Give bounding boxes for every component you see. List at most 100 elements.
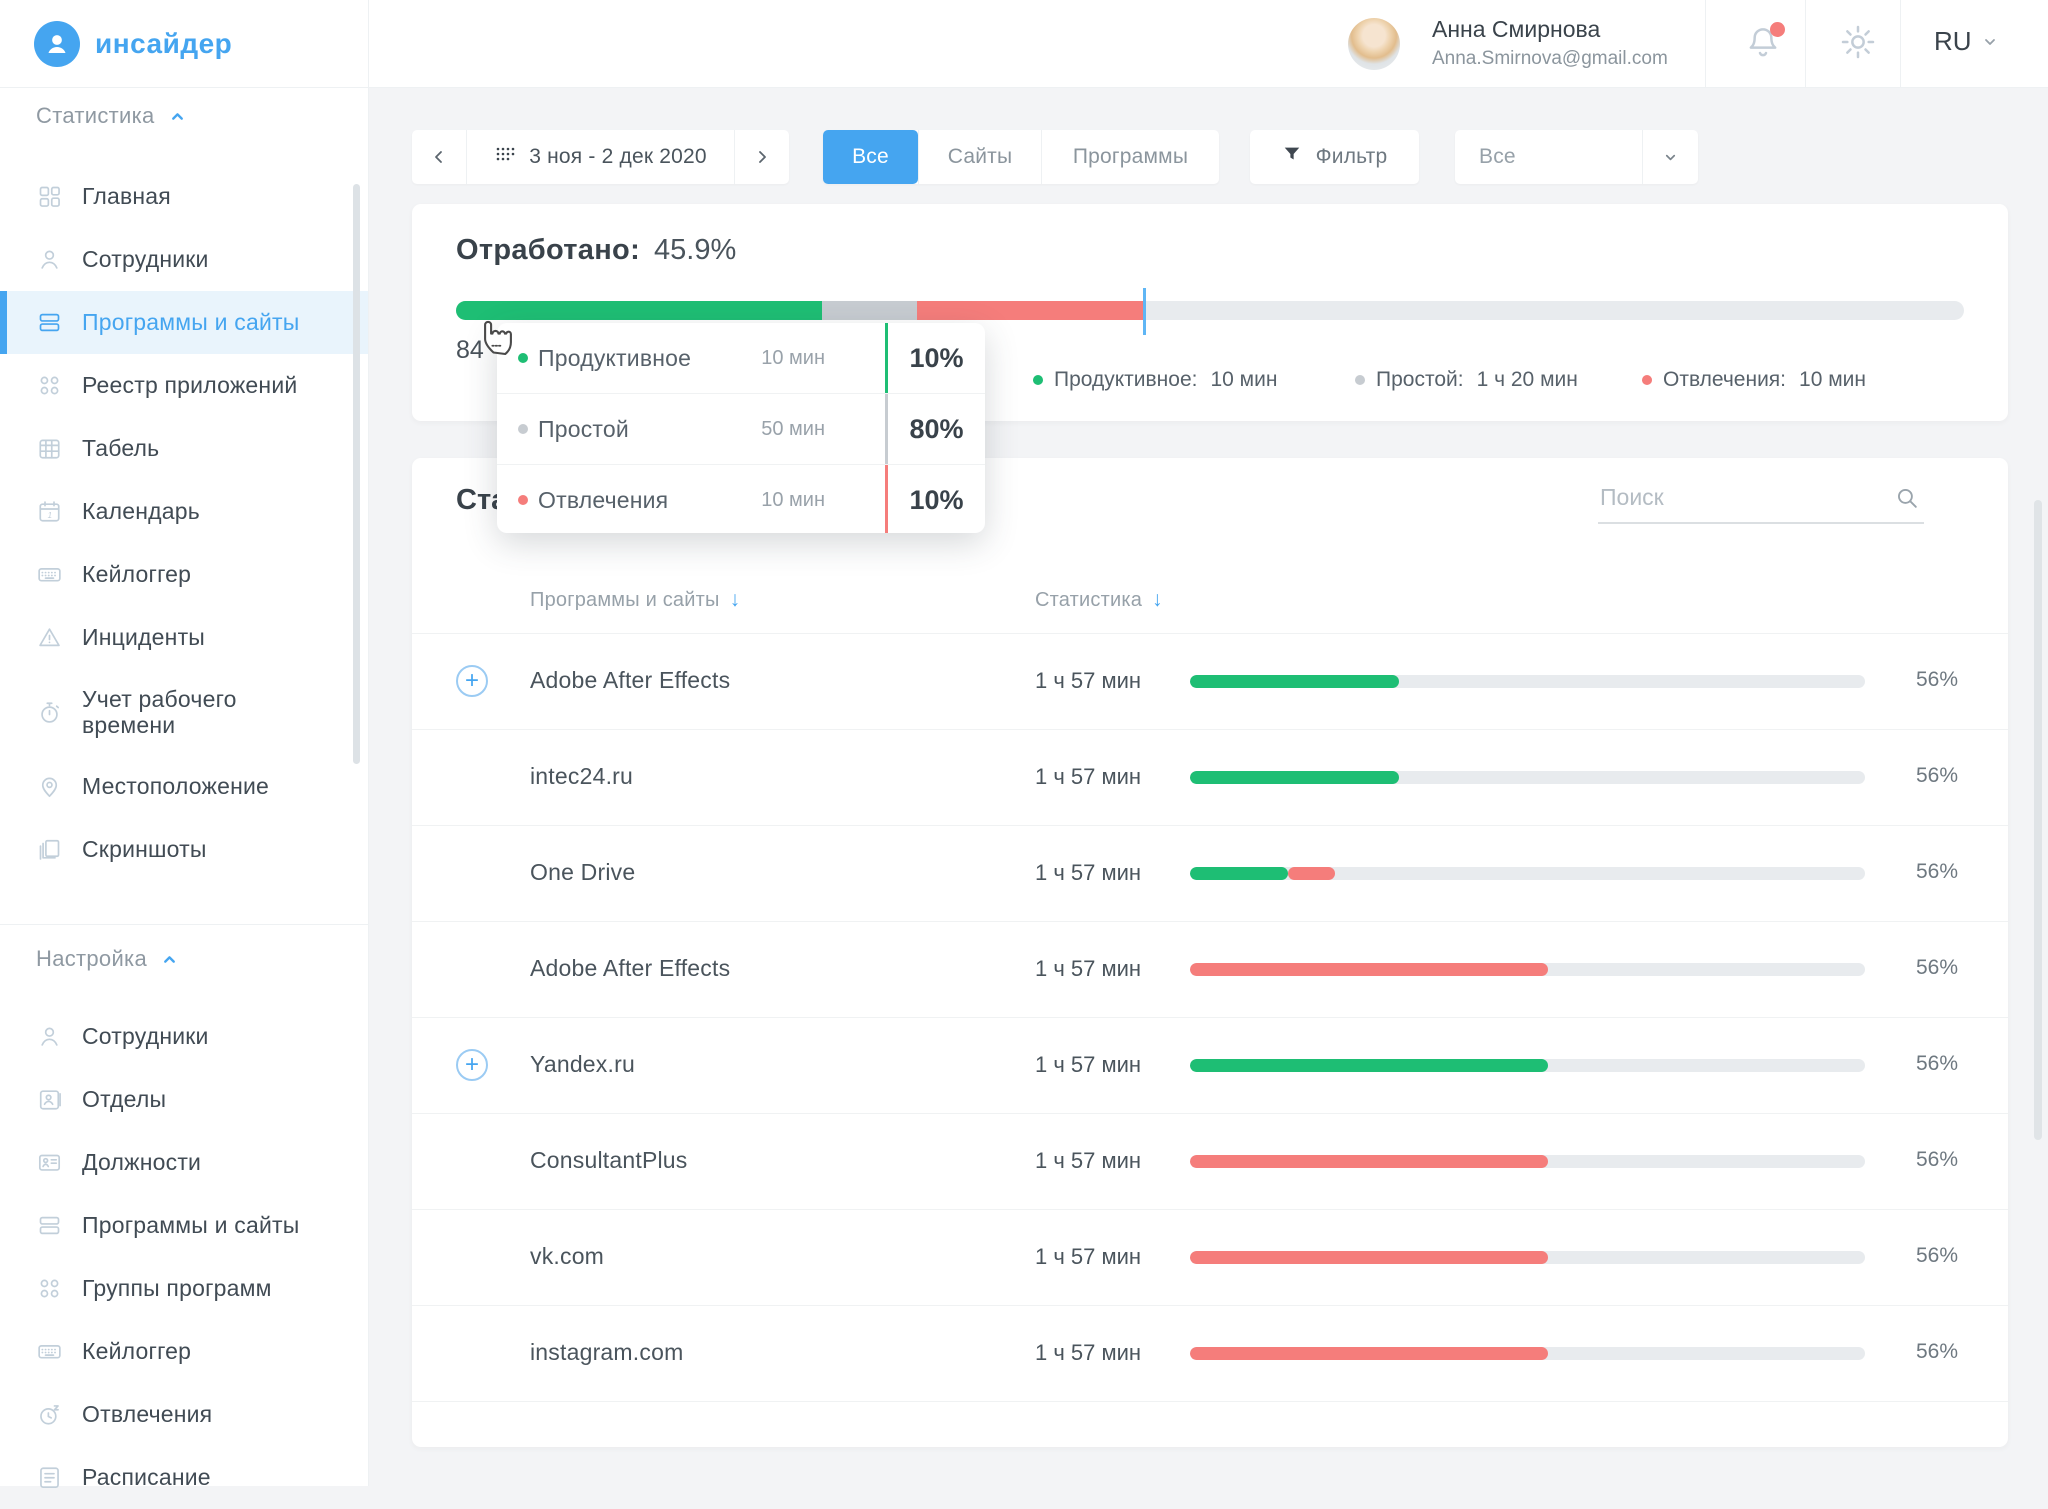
tab-programs[interactable]: Программы [1041, 130, 1219, 184]
table-row[interactable]: ConsultantPlus 1 ч 57 мин 56% [412, 1114, 2008, 1209]
sidebar-item-reestr-prilozheniy[interactable]: Реестр приложений [0, 354, 368, 417]
language-selector[interactable]: RU [1934, 26, 1998, 57]
date-range-picker[interactable]: 3 ноя - 2 дек 2020 [466, 130, 734, 184]
sort-down-icon[interactable]: ↓ [730, 588, 741, 612]
overview-title: Отработано: [456, 234, 640, 267]
funnel-icon [1282, 144, 1302, 170]
sidebar-item-label: Главная [82, 183, 171, 209]
tooltip-percent: 10% [888, 485, 985, 516]
row-percent: 56% [1916, 764, 1958, 788]
prev-period-button[interactable] [412, 130, 466, 184]
row-percent: 56% [1916, 1052, 1958, 1076]
settings-button[interactable] [1838, 22, 1882, 66]
search-input[interactable] [1598, 478, 1880, 511]
column-header-statistics[interactable]: Статистика ↓ [1035, 588, 1163, 612]
table-row[interactable]: vk.com 1 ч 57 мин 56% [412, 1210, 2008, 1305]
legend-label: Отвлечения: [1663, 368, 1786, 392]
sidebar-item-label: Расписание [82, 1464, 211, 1490]
table-row[interactable]: intec24.ru 1 ч 57 мин 56% [412, 730, 2008, 825]
sidebar-item-uchet-rabochego-vremeni[interactable]: Учет рабочего времени [0, 669, 368, 755]
sidebar-item-keylogger-settings[interactable]: Кейлоггер [0, 1320, 368, 1383]
notification-badge [1770, 22, 1785, 37]
tooltip-row-distractions: Отвлечения 10 мин 10% [497, 464, 985, 533]
expand-plus-icon[interactable]: + [456, 1049, 488, 1081]
sidebar-item-sotrudniki-settings[interactable]: Сотрудники [0, 1005, 368, 1068]
expand-plus-icon[interactable]: + [456, 665, 488, 697]
table-row[interactable]: Adobe After Effects 1 ч 57 мин 56% [412, 922, 2008, 1017]
sidebar-section-settings[interactable]: Настройка [36, 946, 178, 972]
sidebar-item-skrinshoty[interactable]: Скриншоты [0, 818, 368, 881]
filter-group: Фильтр [1250, 130, 1419, 184]
sidebar-item-label: Местоположение [82, 773, 269, 799]
keyboard-icon [36, 1338, 63, 1365]
scope-dropdown[interactable]: Все [1455, 130, 1698, 184]
progress-marker [1143, 288, 1146, 335]
sidebar-item-kalendar[interactable]: 1 Календарь [0, 480, 368, 543]
sidebar-item-keylogger[interactable]: Кейлоггер [0, 543, 368, 606]
sort-down-icon[interactable]: ↓ [1152, 588, 1163, 612]
row-percent: 56% [1916, 1148, 1958, 1172]
row-name: instagram.com [530, 1339, 683, 1366]
table-row[interactable]: instagram.com 1 ч 57 мин 56% [412, 1306, 2008, 1401]
sidebar-item-otvlecheniya[interactable]: Отвлечения [0, 1383, 368, 1446]
table-row[interactable]: + Adobe After Effects 1 ч 57 мин 56% [412, 634, 2008, 729]
row-percent: 56% [1916, 1244, 1958, 1268]
tooltip-value: 10 мин [761, 489, 825, 512]
row-time: 1 ч 57 мин [1035, 1052, 1141, 1078]
row-time: 1 ч 57 мин [1035, 1244, 1141, 1270]
chevron-up-icon [169, 108, 186, 125]
sidebar-item-gruppy-programm[interactable]: Группы программ [0, 1257, 368, 1320]
tooltip-label: Простой [538, 416, 629, 443]
page-scrollbar[interactable] [2034, 500, 2042, 1140]
table-row[interactable]: + Yandex.ru 1 ч 57 мин 56% [412, 1018, 2008, 1113]
filter-button[interactable]: Фильтр [1250, 130, 1419, 184]
sidebar-item-tabel[interactable]: Табель [0, 417, 368, 480]
sidebar-scrollbar[interactable] [353, 184, 360, 764]
row-percent: 56% [1916, 860, 1958, 884]
language-value: RU [1934, 26, 1972, 57]
row-name: Yandex.ru [530, 1051, 635, 1078]
sidebar-item-label: Учет рабочего времени [82, 686, 332, 739]
sidebar-item-label: Программы и сайты [82, 309, 299, 335]
sidebar-item-sotrudniki[interactable]: Сотрудники [0, 228, 368, 291]
red-dot-icon [518, 495, 528, 505]
sidebar-item-programmy-i-sayty-settings[interactable]: Программы и сайты [0, 1194, 368, 1257]
sidebar-item-label: Кейлоггер [82, 1338, 191, 1364]
sidebar-item-mestopolozhenie[interactable]: Местоположение [0, 755, 368, 818]
row-time: 1 ч 57 мин [1035, 1340, 1141, 1366]
sidebar-item-label: Отделы [82, 1086, 166, 1112]
user-icon [36, 1023, 63, 1050]
sidebar-item-programmy-i-sayty[interactable]: Программы и сайты [0, 291, 368, 354]
screenshots-icon [36, 836, 63, 863]
logo[interactable]: инсайдер [0, 0, 368, 88]
sidebar-section-statistics[interactable]: Статистика [36, 103, 186, 129]
table-row[interactable]: One Drive 1 ч 57 мин 56% [412, 826, 2008, 921]
search-box[interactable] [1598, 478, 1924, 524]
row-time: 1 ч 57 мин [1035, 764, 1141, 790]
sidebar-item-otdely[interactable]: Отделы [0, 1068, 368, 1131]
chevron-down-icon[interactable] [1642, 130, 1698, 184]
worked-progress-bar[interactable] [456, 301, 1964, 320]
warning-icon [36, 624, 63, 651]
column-label: Статистика [1035, 589, 1142, 612]
row-name: One Drive [530, 859, 635, 886]
svg-text:1: 1 [48, 511, 52, 520]
dropdown-value: Все [1455, 130, 1642, 184]
sidebar-item-dolzhnosti[interactable]: Должности [0, 1131, 368, 1194]
sidebar-item-label: Кейлоггер [82, 561, 191, 587]
sidebar-item-incidenty[interactable]: Инциденты [0, 606, 368, 669]
avatar[interactable] [1348, 18, 1400, 70]
sidebar-item-glavnaya[interactable]: Главная [0, 165, 368, 228]
tab-all[interactable]: Все [823, 130, 918, 184]
row-name: intec24.ru [530, 763, 633, 790]
next-period-button[interactable] [734, 130, 789, 184]
sidebar-item-label: Инциденты [82, 624, 205, 650]
legend-label: Продуктивное: [1054, 368, 1197, 392]
gray-dot-icon [518, 424, 528, 434]
row-percent: 56% [1916, 1340, 1958, 1364]
tab-sites[interactable]: Сайты [918, 130, 1041, 184]
notifications-button[interactable] [1743, 22, 1787, 66]
tooltip-percent: 80% [888, 414, 985, 445]
sidebar-item-raspisanie[interactable]: Расписание [0, 1446, 368, 1509]
column-header-programs[interactable]: Программы и сайты ↓ [530, 588, 740, 612]
